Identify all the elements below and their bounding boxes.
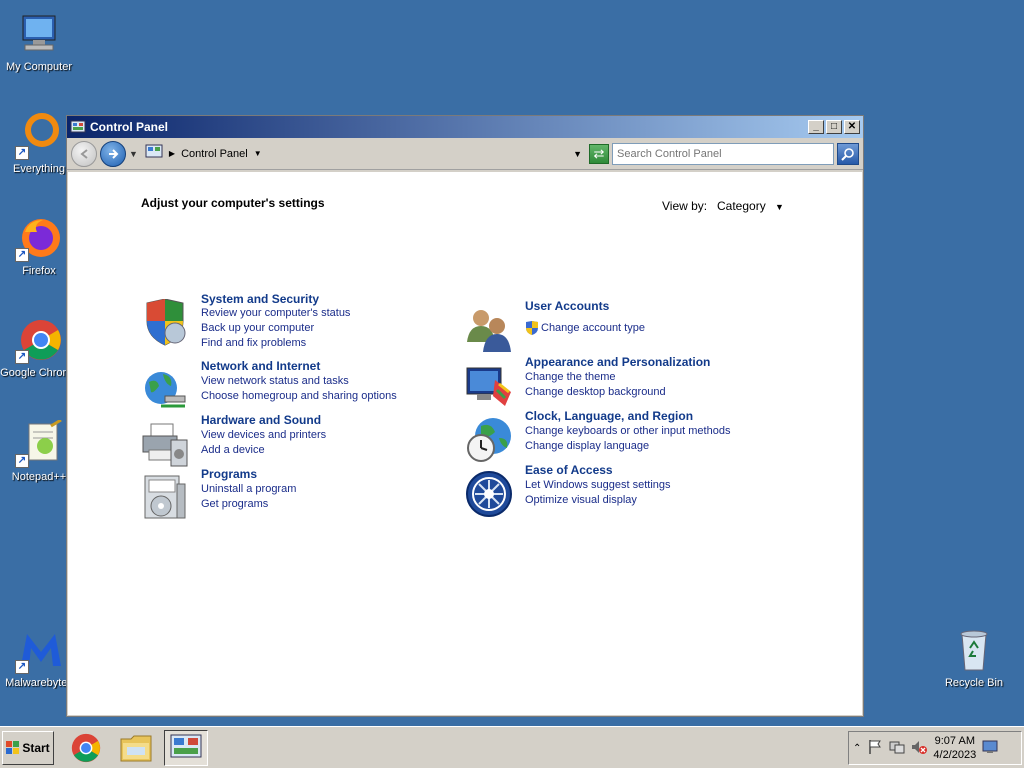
folder-icon	[120, 735, 152, 762]
category-link[interactable]: View devices and printers	[201, 429, 326, 441]
window-titlebar[interactable]: Control Panel _ □ ✕	[67, 116, 863, 138]
category-link[interactable]: Change the theme	[525, 371, 616, 383]
system-tray: ⌃ 9:07 AM 4/2/2023	[848, 731, 1022, 765]
uac-shield-icon	[525, 321, 539, 335]
category-link[interactable]: View network status and tasks	[201, 375, 349, 387]
close-button[interactable]: ✕	[844, 120, 860, 134]
category-title[interactable]: System and Security	[201, 292, 319, 306]
taskbar-chrome[interactable]	[64, 730, 108, 766]
user-accounts-icon	[467, 310, 511, 352]
appearance-icon	[466, 367, 511, 406]
everything-icon: ↗	[15, 112, 63, 160]
category-link[interactable]: Choose homegroup and sharing options	[201, 390, 397, 402]
breadcrumb-separator-icon[interactable]: ▶	[169, 149, 175, 158]
clock-time: 9:07 AM	[934, 735, 975, 747]
category-link[interactable]: Optimize visual display	[525, 494, 637, 506]
category-title[interactable]: User Accounts	[525, 299, 609, 313]
shortcut-arrow-icon: ↗	[15, 660, 29, 674]
start-button[interactable]: Start	[2, 731, 54, 765]
dropdown-arrow-icon: ▼	[775, 202, 784, 212]
taskbar: Start ⌃ 9:07 AM 4/2/2023	[0, 726, 1024, 768]
view-by-dropdown[interactable]: Category ▼	[717, 199, 784, 213]
minimize-button[interactable]: _	[808, 120, 824, 134]
desktop-icon-label: My Computer	[5, 61, 73, 73]
category-link[interactable]: Add a device	[201, 444, 265, 456]
show-hidden-icons-button[interactable]: ⌃	[853, 743, 861, 754]
computer-icon	[15, 10, 63, 58]
category-link[interactable]: Back up your computer	[201, 322, 314, 334]
search-icon	[841, 147, 854, 161]
shortcut-arrow-icon: ↗	[15, 350, 29, 364]
category-link[interactable]: Let Windows suggest settings	[525, 479, 671, 491]
category-link[interactable]: Uninstall a program	[201, 483, 296, 495]
shortcut-arrow-icon: ↗	[15, 146, 29, 160]
printer-icon	[142, 423, 188, 467]
category-title[interactable]: Network and Internet	[201, 359, 320, 373]
navigation-toolbar: ▼ ▶ Control Panel ▼ ▼ ⇄	[67, 138, 863, 170]
category-link[interactable]: Change keyboards or other input methods	[525, 425, 730, 437]
recent-pages-chevron-icon[interactable]: ▼	[129, 149, 138, 159]
category-link[interactable]: Review your computer's status	[201, 307, 350, 319]
forward-button[interactable]	[100, 140, 126, 167]
ease-of-access-icon	[466, 471, 512, 517]
clock-date: 4/2/2023	[933, 749, 977, 761]
address-bar[interactable]: ▶ Control Panel ▼ ▼	[140, 142, 586, 165]
category-title[interactable]: Ease of Access	[525, 463, 613, 477]
desktop-icon-recycle-bin[interactable]: Recycle Bin	[935, 626, 1013, 689]
shield-icon	[146, 299, 186, 346]
action-center-flag-icon[interactable]	[867, 739, 883, 758]
page-heading: Adjust your computer's settings	[141, 196, 325, 210]
category-link[interactable]: Get programs	[201, 498, 268, 510]
back-button[interactable]	[71, 140, 97, 167]
control-panel-icon	[70, 119, 86, 135]
show-desktop-button[interactable]	[982, 740, 998, 757]
taskbar-clock[interactable]: 9:07 AM 4/2/2023	[933, 734, 976, 762]
control-panel-content: Adjust your computer's settings View by:…	[68, 172, 862, 715]
programs-icon	[144, 475, 186, 519]
category-title[interactable]: Clock, Language, and Region	[525, 409, 693, 423]
search-input[interactable]	[612, 142, 834, 165]
refresh-icon: ⇄	[593, 145, 605, 161]
breadcrumb-chevron-icon[interactable]: ▼	[254, 149, 262, 158]
breadcrumb-control-panel[interactable]: Control Panel	[181, 148, 248, 160]
chrome-icon	[71, 733, 101, 763]
clock-globe-icon	[467, 418, 511, 462]
category-link[interactable]: Find and fix problems	[201, 337, 306, 349]
desktop-icon-label: Recycle Bin	[944, 677, 1004, 689]
window-title: Control Panel	[90, 120, 169, 134]
category-link[interactable]: Change desktop background	[525, 386, 666, 398]
address-dropdown-icon[interactable]: ▼	[573, 149, 582, 159]
volume-muted-icon[interactable]	[911, 739, 928, 758]
view-by-label: View by:	[662, 199, 708, 213]
taskbar-file-explorer[interactable]	[114, 730, 158, 766]
control-panel-window: Control Panel _ □ ✕ ▼ ▶ Control Panel ▼ …	[66, 115, 864, 717]
network-icon[interactable]	[889, 739, 905, 758]
maximize-button[interactable]: □	[826, 120, 842, 134]
network-globe-icon	[145, 372, 186, 408]
category-link[interactable]: Change account type	[541, 322, 645, 334]
refresh-button[interactable]: ⇄	[589, 143, 609, 164]
taskbar-control-panel[interactable]	[164, 730, 208, 766]
search-button[interactable]	[837, 142, 859, 165]
category-title[interactable]: Appearance and Personalization	[525, 355, 710, 369]
category-title[interactable]: Programs	[201, 467, 257, 481]
firefox-icon: ↗	[15, 214, 63, 262]
desktop-icon-my-computer[interactable]: My Computer	[0, 10, 78, 73]
category-link[interactable]: Change display language	[525, 440, 649, 452]
control-panel-icon	[170, 734, 202, 758]
chrome-icon: ↗	[15, 316, 63, 364]
category-title[interactable]: Hardware and Sound	[201, 413, 321, 427]
notepad-plus-plus-icon: ↗	[15, 418, 63, 468]
malwarebytes-icon: ↗	[15, 626, 63, 674]
recycle-bin-icon	[950, 626, 998, 674]
start-label: Start	[22, 741, 50, 755]
shortcut-arrow-icon: ↗	[15, 248, 29, 262]
back-arrow-icon	[80, 148, 88, 159]
shortcut-arrow-icon: ↗	[15, 454, 29, 468]
forward-arrow-icon	[109, 148, 119, 159]
address-control-panel-icon	[145, 144, 163, 163]
view-by-value: Category	[717, 199, 766, 213]
windows-logo-icon	[6, 741, 20, 754]
